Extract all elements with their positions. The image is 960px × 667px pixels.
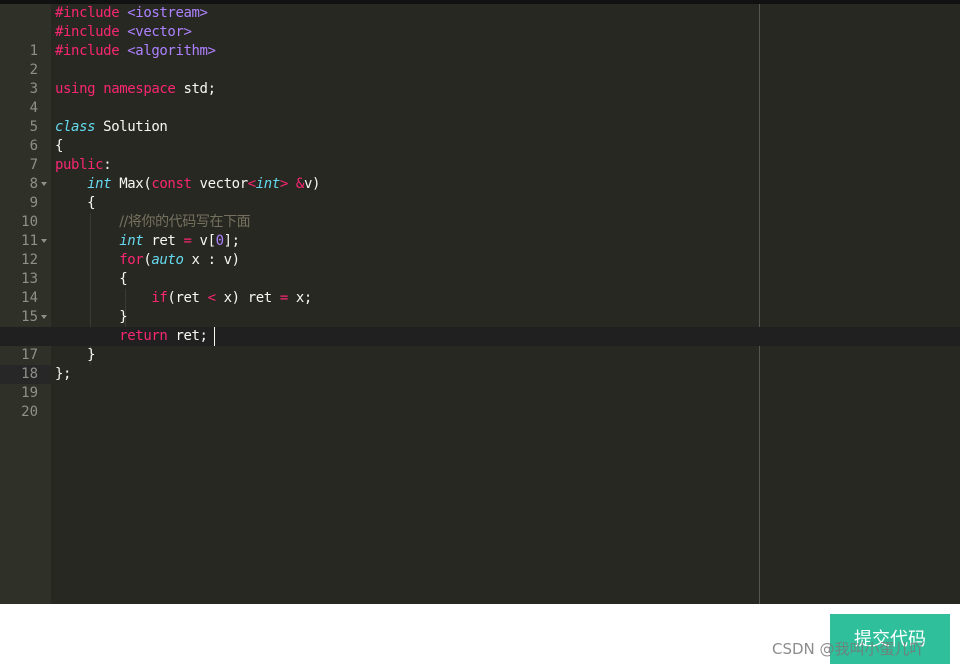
footer-bar: 提交代码 CSDN @我叫小蛋儿吖 <box>0 604 960 667</box>
watermark-text: CSDN @我叫小蛋儿吖 <box>772 640 925 658</box>
code-line[interactable]: 5 using namespace std; <box>0 80 960 135</box>
code-text: int ret = v[0]; <box>119 233 240 249</box>
code-line[interactable]: 16 if(ret < x) ret = x; <box>0 289 960 344</box>
code-text: }; <box>55 366 72 382</box>
code-text: using namespace std; <box>55 81 216 97</box>
code-line[interactable]: 19 } <box>0 346 960 401</box>
code-line[interactable]: 10 int Max(const vector<int> &v) <box>0 175 960 230</box>
code-text: } <box>55 347 96 363</box>
code-line[interactable]: 6 <box>0 99 960 154</box>
code-line[interactable]: 15 { <box>0 270 960 325</box>
code-line[interactable]: 20 }; <box>0 365 960 420</box>
code-text: { <box>55 195 96 211</box>
code-line[interactable]: 12 //将你的代码写在下面 <box>0 213 960 268</box>
text-cursor <box>214 327 215 346</box>
code-text: { <box>55 271 128 287</box>
code-line[interactable]: 3 #include <algorithm> <box>0 42 960 97</box>
code-text: int Max(const vector<int> &v) <box>87 176 321 192</box>
code-line[interactable]: 1 #include <iostream> <box>0 4 960 59</box>
code-line[interactable]: 7 class Solution <box>0 118 960 173</box>
code-line[interactable]: 8 { <box>0 137 960 192</box>
code-text: #include <algorithm> <box>55 43 216 59</box>
code-line[interactable]: 11 { <box>0 194 960 249</box>
code-text: //将你的代码写在下面 <box>119 214 251 230</box>
code-line[interactable]: 14 for(auto x : v) <box>0 251 960 306</box>
code-line[interactable]: 13 int ret = v[0]; <box>0 232 960 287</box>
code-text: return ret; <box>119 328 208 344</box>
code-text: if(ret < x) ret = x; <box>151 290 312 306</box>
code-text: { <box>55 138 64 154</box>
code-text: class Solution <box>55 119 168 135</box>
code-line[interactable]: 4 <box>0 61 960 116</box>
code-text: #include <iostream> <box>55 5 208 21</box>
code-line-active[interactable]: 18 return ret; <box>0 327 960 384</box>
code-text: } <box>55 309 128 325</box>
code-line[interactable]: 9 public: <box>0 156 960 211</box>
code-line[interactable]: 17 } <box>0 308 960 363</box>
code-text: #include <vector> <box>55 24 192 40</box>
code-editor[interactable]: 1 #include <iostream> 2 #include <vector… <box>0 4 960 604</box>
code-text: public: <box>55 157 112 173</box>
line-number: 20 <box>21 404 38 420</box>
code-text: for(auto x : v) <box>119 252 240 268</box>
code-line[interactable]: 2 #include <vector> <box>0 23 960 78</box>
